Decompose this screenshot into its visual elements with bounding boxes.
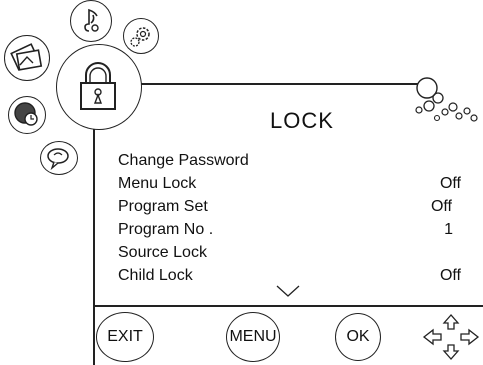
picture-icon <box>10 43 43 71</box>
lock-icon <box>80 62 116 110</box>
menu-item-menu-lock[interactable]: Menu Lock <box>118 175 196 193</box>
menu-lock-value: Off <box>439 175 461 192</box>
page-title: LOCK <box>270 108 334 133</box>
chat-icon-button[interactable] <box>40 141 78 175</box>
timer-clock-icon <box>14 102 38 126</box>
scroll-down-arrow-icon[interactable] <box>275 284 301 298</box>
timer-icon-button[interactable] <box>8 96 46 134</box>
chat-icon <box>47 148 69 171</box>
picture-icon-button[interactable] <box>4 35 50 81</box>
menu-item-source-lock[interactable]: Source Lock <box>118 244 207 262</box>
child-lock-value: Off <box>439 267 461 284</box>
menu-item-change-password[interactable]: Change Password <box>118 152 249 170</box>
music-icon-button[interactable] <box>70 0 112 42</box>
program-set-value: Off <box>430 198 452 215</box>
music-icon <box>84 8 99 32</box>
frame-divider <box>93 305 483 307</box>
menu-item-child-lock[interactable]: Child Lock <box>118 267 193 285</box>
menu-item-program-no[interactable]: Program No . <box>118 221 213 239</box>
directional-arrows-icon[interactable] <box>420 313 482 361</box>
ok-button[interactable]: OK <box>335 313 381 361</box>
menu-item-program-set[interactable]: Program Set <box>118 198 208 216</box>
bubbles-icon <box>415 77 478 122</box>
program-no-value: 1 <box>444 221 453 238</box>
lock-icon-button-selected[interactable] <box>56 44 142 130</box>
exit-button[interactable]: EXIT <box>96 312 154 362</box>
menu-button[interactable]: MENU <box>226 312 280 362</box>
frame-top-border <box>128 83 418 85</box>
